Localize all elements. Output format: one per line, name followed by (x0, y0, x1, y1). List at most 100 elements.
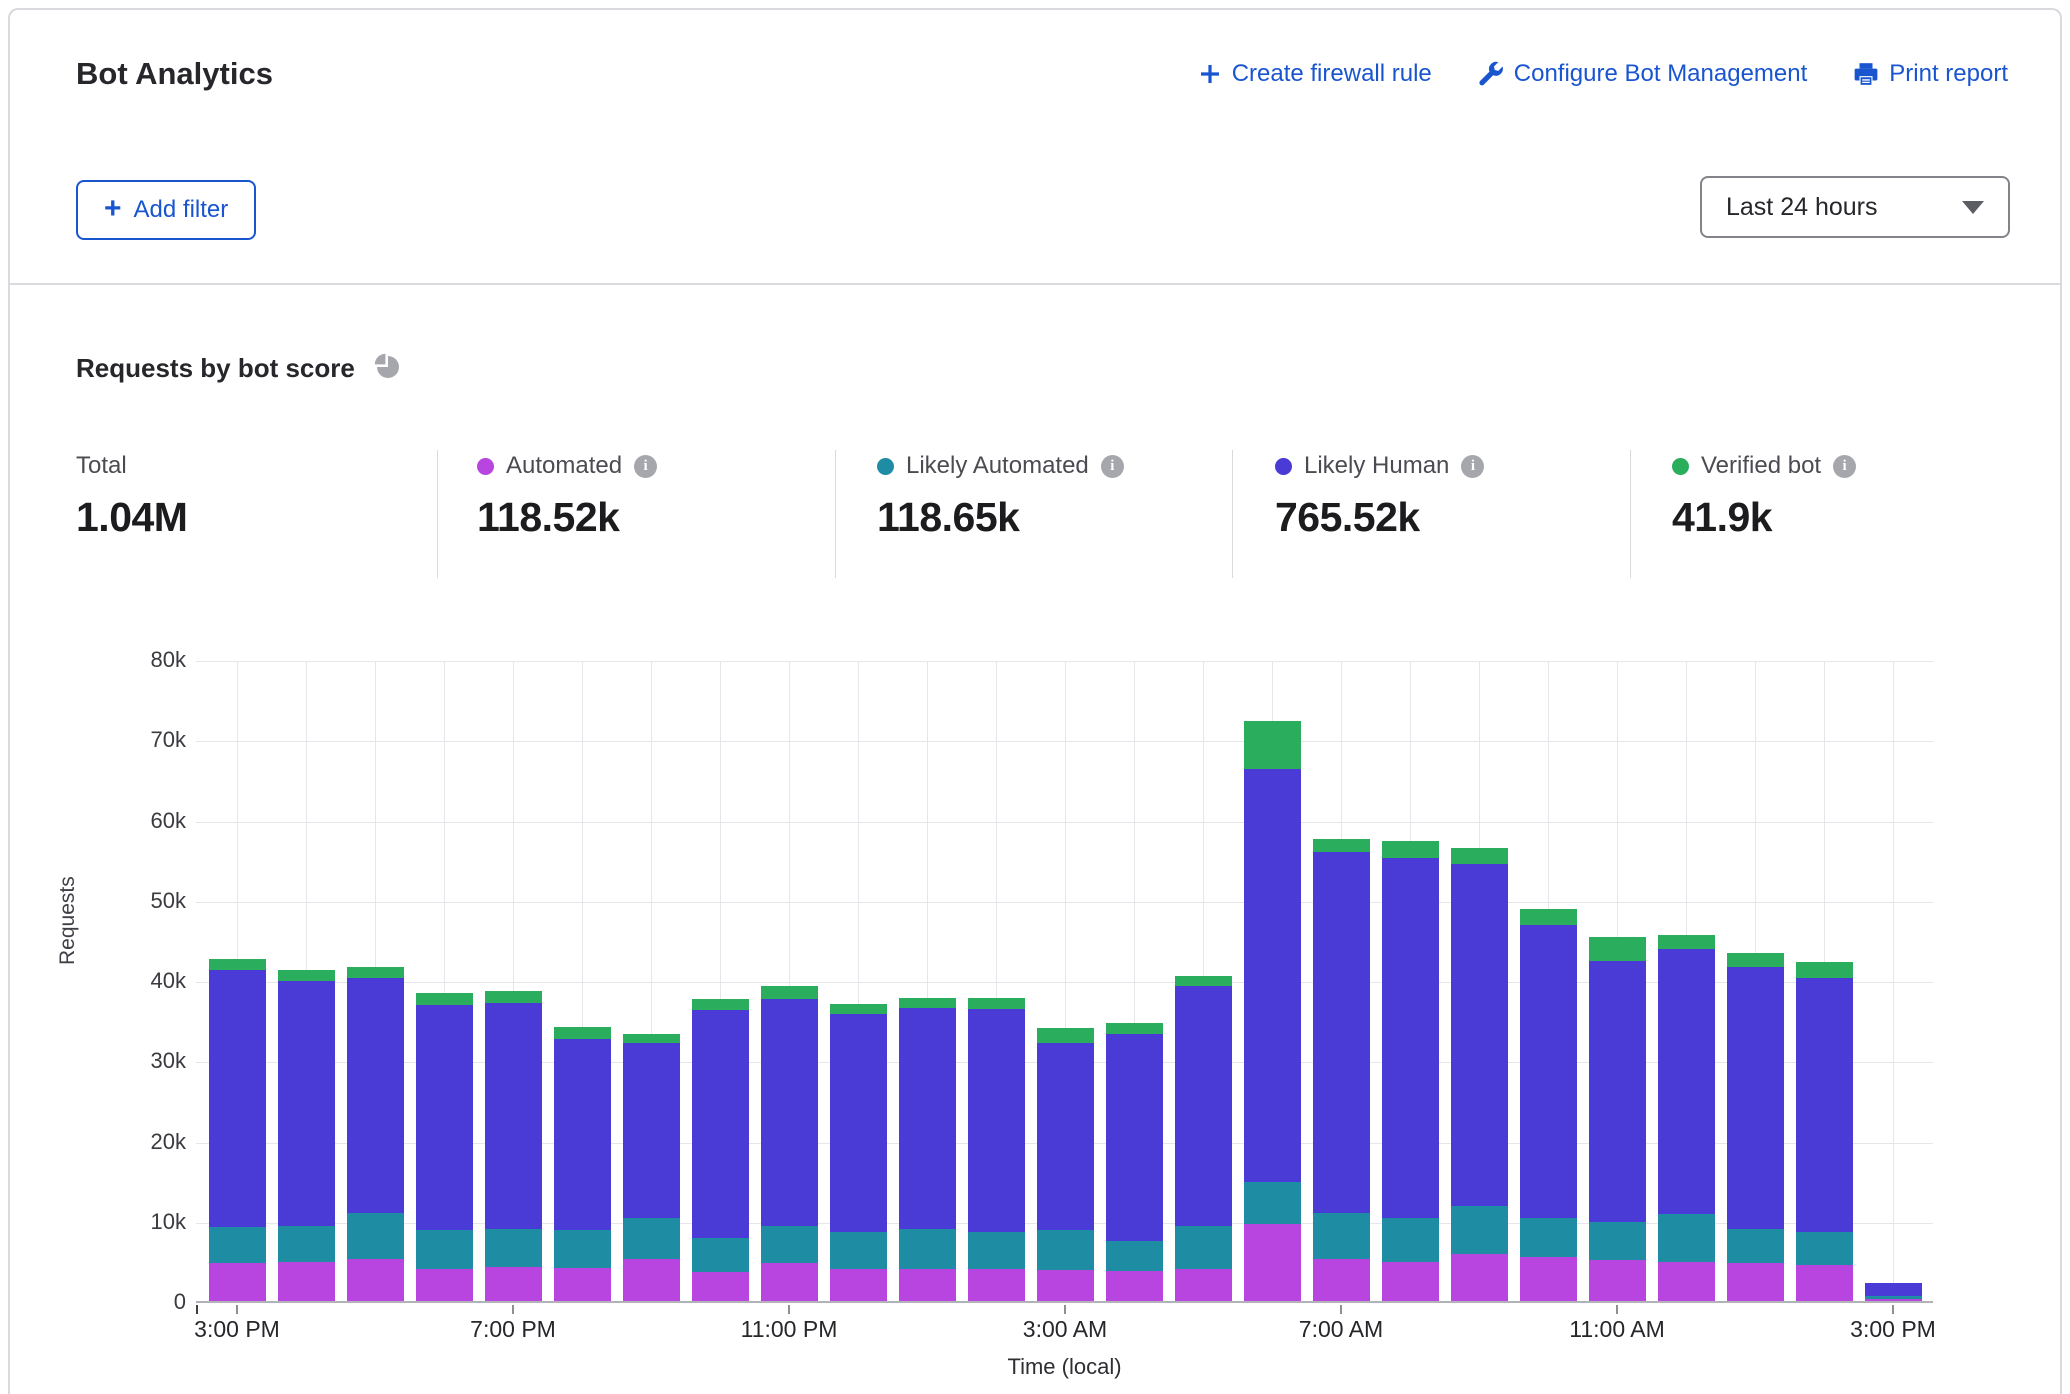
bar-segment-verified-bot[interactable] (278, 970, 335, 980)
bar-300pm[interactable] (209, 959, 266, 1301)
bar-100am[interactable] (899, 998, 956, 1301)
bar-segment-automated[interactable] (347, 1259, 404, 1301)
bar-segment-likely-human[interactable] (1796, 978, 1853, 1232)
bar-segment-verified-bot[interactable] (416, 993, 473, 1005)
bar-segment-automated[interactable] (899, 1269, 956, 1301)
bar-segment-automated[interactable] (1865, 1299, 1922, 1301)
bar-500pm[interactable] (347, 967, 404, 1301)
bar-segment-verified-bot[interactable] (209, 959, 266, 969)
bar-segment-likely-human[interactable] (1175, 986, 1232, 1226)
bar-segment-likely-automated[interactable] (1520, 1218, 1577, 1257)
bar-segment-verified-bot[interactable] (1727, 953, 1784, 967)
bar-segment-verified-bot[interactable] (1451, 848, 1508, 863)
bar-800pm[interactable] (554, 1027, 611, 1301)
bar-1000pm[interactable] (692, 999, 749, 1301)
bar-segment-likely-automated[interactable] (761, 1226, 818, 1264)
bar-segment-likely-automated[interactable] (1106, 1241, 1163, 1271)
bar-segment-likely-human[interactable] (1589, 961, 1646, 1222)
bar-segment-likely-automated[interactable] (347, 1213, 404, 1260)
bar-segment-automated[interactable] (209, 1263, 266, 1301)
bar-segment-likely-human[interactable] (1658, 949, 1715, 1215)
bar-segment-automated[interactable] (1727, 1263, 1784, 1301)
bar-segment-likely-human[interactable] (1451, 864, 1508, 1206)
bar-segment-likely-automated[interactable] (1589, 1222, 1646, 1261)
bar-segment-verified-bot[interactable] (830, 1004, 887, 1014)
bar-segment-likely-automated[interactable] (485, 1229, 542, 1267)
bar-segment-likely-automated[interactable] (416, 1230, 473, 1269)
bar-600pm[interactable] (416, 993, 473, 1301)
bar-segment-automated[interactable] (830, 1269, 887, 1301)
bar-segment-verified-bot[interactable] (1175, 976, 1232, 986)
bar-segment-automated[interactable] (1796, 1265, 1853, 1301)
bar-1200pm[interactable] (1658, 935, 1715, 1301)
add-filter-button[interactable]: + Add filter (76, 180, 256, 240)
bar-segment-likely-automated[interactable] (899, 1229, 956, 1269)
bar-segment-automated[interactable] (1106, 1271, 1163, 1301)
bar-segment-verified-bot[interactable] (1244, 721, 1301, 769)
bar-segment-automated[interactable] (968, 1269, 1025, 1301)
bar-segment-verified-bot[interactable] (761, 986, 818, 999)
bar-segment-likely-human[interactable] (1313, 852, 1370, 1212)
bar-800am[interactable] (1382, 841, 1439, 1301)
bar-900am[interactable] (1451, 848, 1508, 1301)
bar-segment-likely-automated[interactable] (1796, 1232, 1853, 1265)
bar-segment-automated[interactable] (1175, 1269, 1232, 1301)
bar-segment-automated[interactable] (1382, 1262, 1439, 1301)
print-report-link[interactable]: Print report (1853, 60, 2008, 88)
bar-1000am[interactable] (1520, 909, 1577, 1301)
bar-segment-automated[interactable] (554, 1268, 611, 1301)
bar-segment-likely-automated[interactable] (1658, 1214, 1715, 1261)
bar-segment-verified-bot[interactable] (485, 991, 542, 1003)
bar-segment-likely-human[interactable] (209, 970, 266, 1228)
bar-segment-likely-human[interactable] (968, 1009, 1025, 1232)
bar-segment-likely-human[interactable] (278, 981, 335, 1227)
bar-700pm[interactable] (485, 991, 542, 1301)
bar-segment-likely-human[interactable] (1106, 1034, 1163, 1241)
bar-segment-verified-bot[interactable] (347, 967, 404, 978)
bar-segment-likely-automated[interactable] (830, 1232, 887, 1269)
bar-segment-likely-human[interactable] (416, 1005, 473, 1230)
bar-segment-automated[interactable] (1244, 1224, 1301, 1301)
bar-300pm[interactable] (1865, 1283, 1922, 1301)
bar-600am[interactable] (1244, 721, 1301, 1301)
bar-segment-automated[interactable] (1451, 1254, 1508, 1301)
bar-1200am[interactable] (830, 1004, 887, 1301)
bar-segment-likely-automated[interactable] (1451, 1206, 1508, 1254)
bar-segment-verified-bot[interactable] (1037, 1028, 1094, 1043)
bar-segment-likely-human[interactable] (1037, 1043, 1094, 1230)
bar-segment-likely-human[interactable] (899, 1008, 956, 1229)
bar-segment-likely-automated[interactable] (278, 1226, 335, 1262)
bar-segment-automated[interactable] (416, 1269, 473, 1301)
bar-segment-verified-bot[interactable] (1313, 839, 1370, 853)
bar-segment-likely-automated[interactable] (209, 1227, 266, 1263)
bar-segment-verified-bot[interactable] (1520, 909, 1577, 925)
bar-segment-automated[interactable] (1658, 1262, 1715, 1301)
bar-segment-verified-bot[interactable] (1106, 1023, 1163, 1034)
bar-segment-likely-automated[interactable] (1313, 1213, 1370, 1260)
bar-segment-likely-human[interactable] (830, 1014, 887, 1232)
bar-segment-automated[interactable] (1037, 1270, 1094, 1301)
bar-segment-verified-bot[interactable] (623, 1034, 680, 1044)
bar-segment-likely-human[interactable] (1244, 769, 1301, 1182)
bar-segment-automated[interactable] (1589, 1260, 1646, 1301)
bar-segment-likely-human[interactable] (1382, 858, 1439, 1218)
bar-segment-verified-bot[interactable] (1796, 962, 1853, 978)
bar-segment-automated[interactable] (1520, 1257, 1577, 1301)
bar-segment-likely-human[interactable] (347, 978, 404, 1212)
bar-segment-likely-automated[interactable] (1244, 1182, 1301, 1224)
bar-200am[interactable] (968, 998, 1025, 1301)
bar-segment-likely-automated[interactable] (1175, 1226, 1232, 1269)
bar-500am[interactable] (1175, 976, 1232, 1301)
bar-segment-verified-bot[interactable] (1589, 937, 1646, 961)
info-icon[interactable]: i (1101, 455, 1124, 478)
bar-segment-automated[interactable] (1313, 1259, 1370, 1301)
bar-segment-automated[interactable] (485, 1267, 542, 1302)
bar-segment-likely-automated[interactable] (968, 1232, 1025, 1269)
bar-1100pm[interactable] (761, 986, 818, 1301)
bar-segment-likely-automated[interactable] (1037, 1230, 1094, 1270)
bar-segment-likely-human[interactable] (761, 999, 818, 1225)
bar-segment-likely-automated[interactable] (692, 1238, 749, 1272)
bar-100pm[interactable] (1727, 953, 1784, 1301)
bar-segment-likely-automated[interactable] (554, 1230, 611, 1268)
bar-segment-likely-human[interactable] (1727, 967, 1784, 1229)
